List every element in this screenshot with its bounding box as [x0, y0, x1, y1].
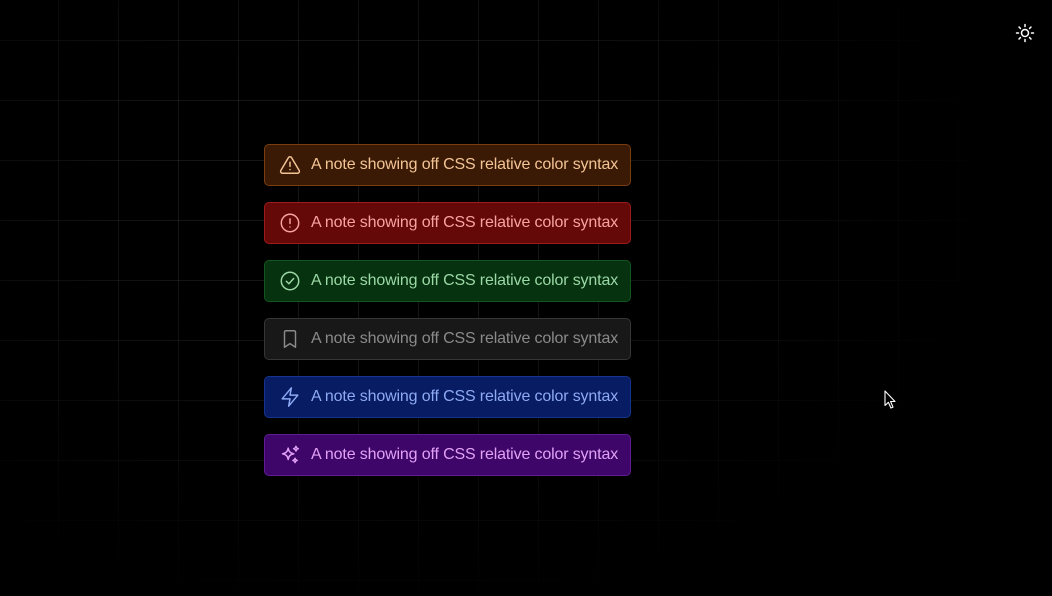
sparkles-icon	[278, 443, 302, 467]
sun-icon	[1015, 23, 1035, 43]
notes-list: A note showing off CSS relative color sy…	[264, 144, 631, 492]
alert-circle-icon	[278, 211, 302, 235]
bookmark-icon	[278, 327, 302, 351]
warning-triangle-icon	[278, 153, 302, 177]
note-text: A note showing off CSS relative color sy…	[311, 388, 619, 405]
note-success: A note showing off CSS relative color sy…	[264, 260, 631, 302]
note-text: A note showing off CSS relative color sy…	[311, 446, 619, 463]
note-text: A note showing off CSS relative color sy…	[311, 330, 619, 347]
note-text: A note showing off CSS relative color sy…	[311, 156, 619, 173]
check-circle-icon	[278, 269, 302, 293]
lightning-bolt-icon	[278, 385, 302, 409]
theme-toggle-button[interactable]	[1013, 21, 1037, 45]
note-text: A note showing off CSS relative color sy…	[311, 214, 619, 231]
note-text: A note showing off CSS relative color sy…	[311, 272, 619, 289]
note-warning: A note showing off CSS relative color sy…	[264, 144, 631, 186]
mouse-cursor-icon	[884, 390, 896, 409]
note-neutral: A note showing off CSS relative color sy…	[264, 318, 631, 360]
note-info: A note showing off CSS relative color sy…	[264, 376, 631, 418]
note-error: A note showing off CSS relative color sy…	[264, 202, 631, 244]
note-magic: A note showing off CSS relative color sy…	[264, 434, 631, 476]
